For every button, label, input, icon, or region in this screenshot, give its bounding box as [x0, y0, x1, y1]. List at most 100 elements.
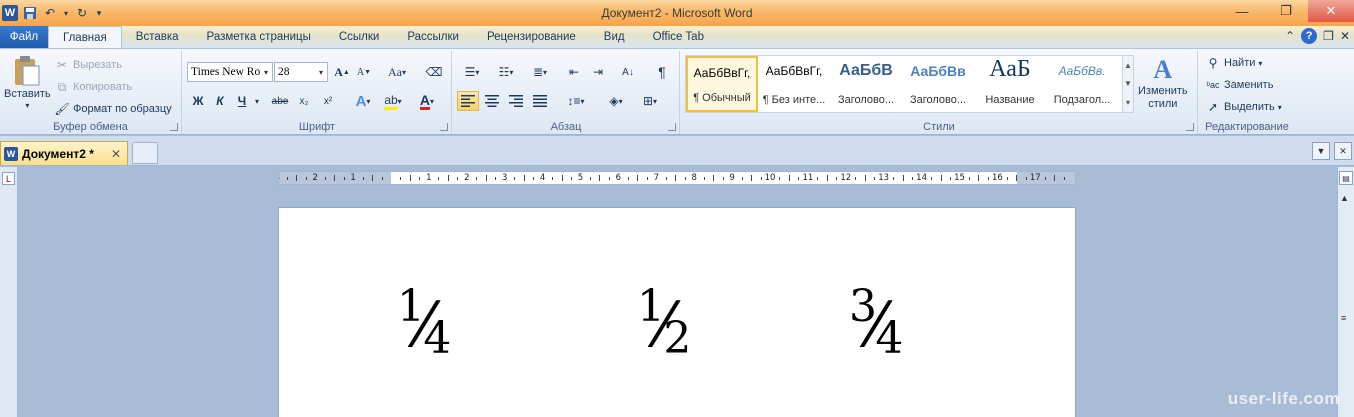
shading-icon[interactable]: ◈ ▾ — [601, 91, 631, 111]
cut-button[interactable]: ✂ Вырезать — [54, 57, 122, 73]
change-case-label: Aa — [387, 64, 402, 79]
sort-icon[interactable]: A↓ — [617, 62, 639, 82]
document-page[interactable]: 1 ⁄ 4 1 ⁄ 2 3 ⁄ 4 — [279, 208, 1075, 417]
close-tab-icon[interactable]: ✕ — [111, 147, 121, 161]
tab-selector-icon[interactable]: L — [2, 172, 15, 185]
clipboard-launcher-icon[interactable] — [170, 123, 178, 131]
change-styles-button[interactable]: A Изменить стили — [1138, 55, 1188, 111]
font-name-dropdown-icon[interactable]: ▾ — [260, 63, 272, 81]
multilevel-list-icon[interactable]: ≣ ▾ — [525, 62, 555, 82]
line-spacing-icon[interactable]: ↕≡ ▾ — [561, 91, 591, 111]
redo-icon[interactable]: ↻ — [74, 5, 90, 21]
style-subtitle[interactable]: АаБбВв. Подзагол... — [1046, 56, 1118, 112]
doc-close-icon[interactable]: ✕ — [1340, 29, 1350, 43]
paste-icon — [15, 56, 40, 86]
font-size-dropdown-icon[interactable]: ▾ — [315, 63, 327, 81]
highlight-icon[interactable]: ab ▾ — [379, 91, 407, 111]
underline-dropdown-icon[interactable]: ▾ — [251, 91, 263, 111]
scroll-thumb-grip-icon[interactable]: ≡ — [1341, 313, 1346, 323]
format-painter-button[interactable]: 🖌 Формат по образцу — [54, 101, 171, 117]
font-name-combo[interactable]: Times New Ro ▾ — [187, 62, 273, 82]
select-button[interactable]: ➚ Выделить ▾ — [1205, 99, 1282, 115]
underline-button[interactable]: Ч — [231, 91, 253, 111]
tab-list-dropdown-icon[interactable]: ▼ — [1312, 142, 1330, 160]
tab-mailings[interactable]: Рассылки — [393, 26, 473, 48]
superscript-button[interactable]: x² — [317, 91, 339, 111]
text-effects-icon[interactable]: A ▾ — [349, 91, 377, 111]
tab-view[interactable]: Вид — [590, 26, 639, 48]
ruler-tick — [362, 177, 364, 180]
paste-button[interactable]: Вставить ▾ — [4, 55, 51, 110]
decrease-indent-icon[interactable]: ⇤ — [563, 62, 585, 82]
bold-button[interactable]: Ж — [187, 91, 209, 111]
styles-more-icon[interactable]: ▾ — [1126, 98, 1130, 107]
change-case-button[interactable]: Aa ▾ — [383, 62, 411, 82]
maximize-icon[interactable]: ❐ — [1264, 0, 1308, 22]
styles-down-icon[interactable]: ▼ — [1124, 79, 1132, 88]
new-tab-button[interactable] — [132, 142, 158, 164]
subscript-button[interactable]: x₂ — [293, 91, 315, 111]
style-heading-1[interactable]: АаБбВ Заголово... — [830, 56, 902, 112]
style-no-spacing[interactable]: АаБбВвГг, ¶ Без инте... — [758, 56, 830, 112]
font-launcher-icon[interactable] — [440, 123, 448, 131]
style-sample: АаБбВ — [839, 62, 893, 79]
styles-launcher-icon[interactable] — [1186, 123, 1194, 131]
style-normal[interactable]: АаБбВвГг, ¶ Обычный — [686, 56, 758, 112]
style-title[interactable]: АаБ Название — [974, 56, 1046, 112]
scroll-up-icon[interactable]: ▲ — [1340, 193, 1349, 203]
minimize-icon[interactable]: — — [1220, 0, 1264, 22]
tab-insert[interactable]: Вставка — [122, 26, 193, 48]
clear-formatting-icon[interactable]: ⌫ — [423, 62, 445, 82]
align-left-icon[interactable] — [457, 91, 479, 111]
ruler-tick — [552, 177, 554, 180]
align-center-icon[interactable] — [481, 91, 503, 111]
numbering-icon[interactable]: ☷ ▾ — [491, 62, 521, 82]
help-icon[interactable]: ? — [1301, 28, 1318, 44]
paragraph-launcher-icon[interactable] — [668, 123, 676, 131]
align-right-icon[interactable] — [505, 91, 527, 111]
customize-qat-icon[interactable]: ▾ — [94, 5, 104, 21]
vertical-scrollbar[interactable]: ▤ ▲ ≡ — [1337, 167, 1354, 417]
strikethrough-button[interactable]: abe — [269, 91, 291, 111]
minimize-ribbon-icon[interactable]: ⌃ — [1285, 29, 1295, 43]
styles-up-icon[interactable]: ▲ — [1124, 61, 1132, 70]
ruler-tick — [741, 177, 743, 180]
shrink-font-button[interactable]: A ▼ — [353, 62, 375, 82]
bullets-icon[interactable]: ☰ ▾ — [457, 62, 487, 82]
style-heading-2[interactable]: АаБбВв Заголово... — [902, 56, 974, 112]
undo-icon[interactable]: ↶ — [42, 5, 58, 21]
styles-scroll[interactable]: ▲ ▼ ▾ — [1122, 55, 1134, 113]
find-button[interactable]: ⚲ Найти ▾ — [1205, 55, 1263, 71]
horizontal-ruler[interactable]: 3211234567891011121314151617 — [278, 171, 1076, 185]
borders-icon[interactable]: ⊞ ▾ — [635, 91, 665, 111]
italic-button[interactable]: К — [209, 91, 231, 111]
tab-references[interactable]: Ссылки — [325, 26, 394, 48]
document-tab[interactable]: W Документ2 * ✕ — [0, 141, 128, 165]
cut-label: Вырезать — [73, 59, 122, 71]
grow-font-button[interactable]: A ▲ — [331, 62, 353, 82]
doc-restore-icon[interactable]: ❐ — [1323, 29, 1334, 43]
increase-indent-icon[interactable]: ⇥ — [587, 62, 609, 82]
ruler-tick — [940, 175, 942, 181]
font-size-combo[interactable]: 28 ▾ — [274, 62, 328, 82]
undo-dropdown-icon[interactable]: ▾ — [62, 5, 70, 21]
replace-label: Заменить — [1224, 79, 1274, 91]
view-ruler-icon[interactable]: ▤ — [1339, 171, 1353, 185]
tab-file[interactable]: Файл — [0, 26, 48, 48]
word-logo-icon[interactable]: W — [2, 5, 18, 21]
copy-button[interactable]: ⧉ Копировать — [54, 79, 133, 95]
tab-close-all-icon[interactable]: ✕ — [1334, 142, 1352, 160]
pilcrow-icon[interactable]: ¶ — [651, 62, 673, 82]
ruler-number: 1 — [426, 173, 432, 183]
replace-button[interactable]: ᵇac Заменить — [1205, 77, 1274, 93]
shrink-font-label: A — [356, 66, 365, 78]
tab-home[interactable]: Главная — [48, 26, 122, 48]
close-icon[interactable]: ✕ — [1308, 0, 1354, 22]
tab-review[interactable]: Рецензирование — [473, 26, 590, 48]
paragraph-group: ☰ ▾ ☷ ▾ ≣ ▾ ⇤ ⇥ A↓ ¶ ↕≡ ▾ ◈ ▾ ⊞ ▾ Абзац — [453, 51, 680, 134]
tab-office-tab[interactable]: Office Tab — [639, 26, 718, 48]
save-icon[interactable] — [22, 5, 38, 21]
tab-page-layout[interactable]: Разметка страницы — [193, 26, 325, 48]
font-color-icon[interactable]: A ▾ — [413, 91, 441, 111]
justify-icon[interactable] — [529, 91, 551, 111]
